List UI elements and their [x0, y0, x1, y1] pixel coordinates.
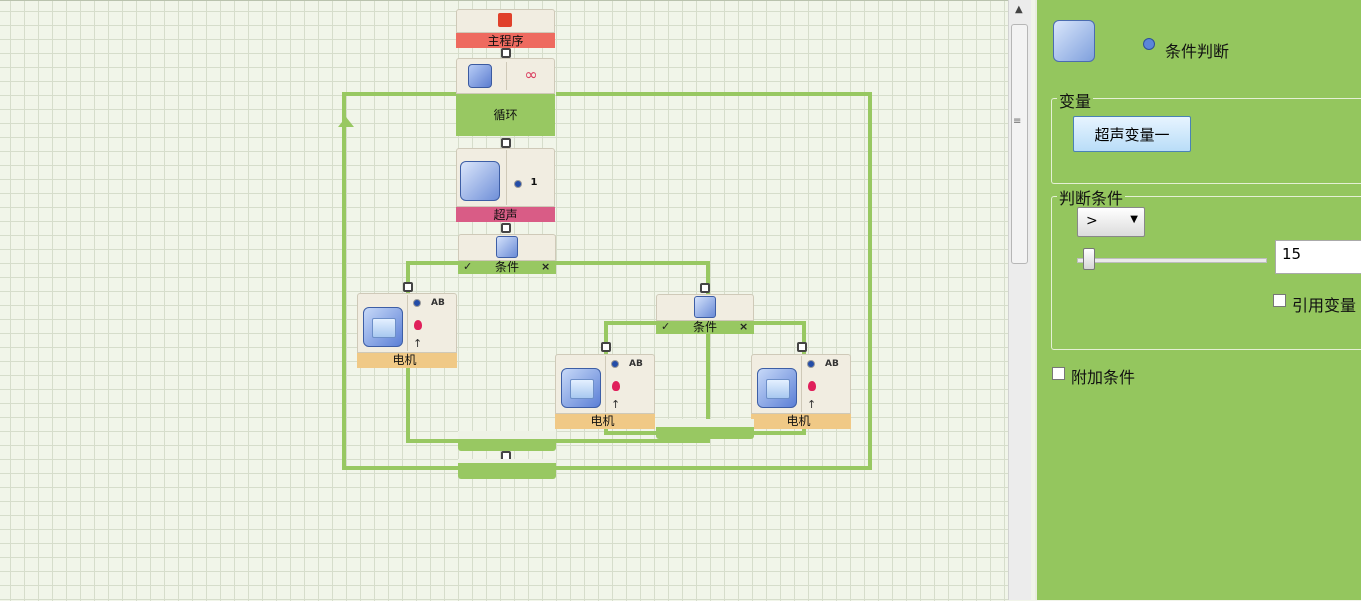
operator-value: >: [1086, 213, 1098, 229]
motor-block-1[interactable]: AB ↑ 电机: [357, 293, 457, 368]
motor-label-2: 电机: [590, 414, 615, 428]
threshold-slider-thumb[interactable]: [1083, 248, 1095, 270]
branch-icon: [694, 296, 716, 318]
branch-icon: [496, 236, 518, 258]
chevron-down-icon: ▼: [1130, 214, 1138, 225]
scroll-up-icon[interactable]: ▲: [1015, 4, 1023, 15]
false-branch-cross: ×: [541, 260, 551, 273]
use-variable-checkbox[interactable]: [1273, 294, 1286, 307]
main-program-block[interactable]: 主程序: [456, 9, 555, 48]
light-bulb-icon: [414, 320, 422, 330]
motor-port-ab: AB: [825, 359, 839, 369]
canvas-scrollbar[interactable]: ▲ ≡: [1008, 0, 1031, 600]
motor-label-1: 电机: [392, 353, 417, 367]
arrow-up-icon: ↑: [611, 398, 621, 411]
condition-block-1[interactable]: ✓ 条件 ×: [458, 234, 556, 274]
motor-icon: [363, 307, 403, 347]
motor-block-3[interactable]: AB ↑ 电机: [751, 354, 851, 429]
loop-label: 循环: [493, 108, 518, 122]
speaker-icon: [460, 161, 500, 201]
threshold-input[interactable]: 15: [1275, 240, 1361, 274]
port-dot-icon[interactable]: [700, 283, 710, 293]
motor-block-2[interactable]: AB ↑ 电机: [555, 354, 655, 429]
main-program-label: 主程序: [487, 34, 524, 48]
arrow-up-icon: ↑: [413, 337, 423, 350]
port-select-icon[interactable]: [807, 360, 815, 368]
ultrasonic-port: 1: [530, 177, 538, 188]
branch-icon: [1053, 20, 1095, 62]
port-select-icon[interactable]: [413, 299, 421, 307]
bullet-icon: [1143, 38, 1155, 50]
port-dot-icon[interactable]: [403, 282, 413, 292]
motor-port-ab: AB: [629, 359, 643, 369]
condition-block-2[interactable]: ✓ 条件 ×: [656, 294, 754, 334]
extra-condition-label: 附加条件: [1071, 368, 1136, 387]
port-dot-icon[interactable]: [501, 48, 511, 58]
false-branch-cross: ×: [739, 320, 749, 333]
port-dot-icon[interactable]: [501, 223, 511, 233]
light-bulb-icon: [808, 381, 816, 391]
motor-port-ab: AB: [431, 298, 445, 308]
motor-label-3: 电机: [786, 414, 811, 428]
ultrasonic-label: 超声: [493, 208, 518, 222]
loop-block[interactable]: ∞ 循环: [456, 58, 555, 136]
loop-arrow-icon: [338, 117, 354, 127]
infinity-icon: ∞: [524, 65, 538, 84]
program-canvas[interactable]: 主程序 ∞ 循环 1 超声 ✓ 条件 × AB ↑ 电机 ✓ 条件 × AB ↑…: [0, 0, 1008, 601]
grip-icon: ≡: [1013, 116, 1022, 127]
variable-button[interactable]: 超声变量一: [1073, 116, 1191, 152]
port-select-icon[interactable]: [611, 360, 619, 368]
scroll-thumb[interactable]: [1011, 24, 1028, 264]
properties-panel: 条件判断 变量 超声变量一 判断条件 > ▼ 15 引用变量 附加条件: [1035, 0, 1361, 600]
extra-condition-checkbox[interactable]: [1052, 367, 1065, 380]
loop-icon: [468, 64, 492, 88]
ultrasonic-block[interactable]: 1 超声: [456, 148, 555, 222]
loop-end-bar: [458, 459, 556, 479]
motor-icon: [757, 368, 797, 408]
port-dot-icon[interactable]: [797, 342, 807, 352]
condition-1-merge-bar: [458, 431, 556, 451]
use-variable-label: 引用变量: [1292, 296, 1357, 315]
arrow-up-icon: ↑: [807, 398, 817, 411]
chip-icon: [498, 13, 512, 27]
motor-icon: [561, 368, 601, 408]
port-dot-icon[interactable]: [601, 342, 611, 352]
condition-group-label: 判断条件: [1057, 185, 1126, 209]
variable-group-label: 变量: [1057, 88, 1094, 112]
threshold-slider-track[interactable]: [1077, 258, 1267, 263]
light-bulb-icon: [612, 381, 620, 391]
panel-title: 条件判断: [1165, 42, 1230, 61]
operator-select[interactable]: > ▼: [1077, 207, 1145, 237]
port-dot-icon[interactable]: [501, 138, 511, 148]
port-select-icon[interactable]: [514, 180, 522, 188]
condition-2-merge-bar: [656, 419, 754, 439]
